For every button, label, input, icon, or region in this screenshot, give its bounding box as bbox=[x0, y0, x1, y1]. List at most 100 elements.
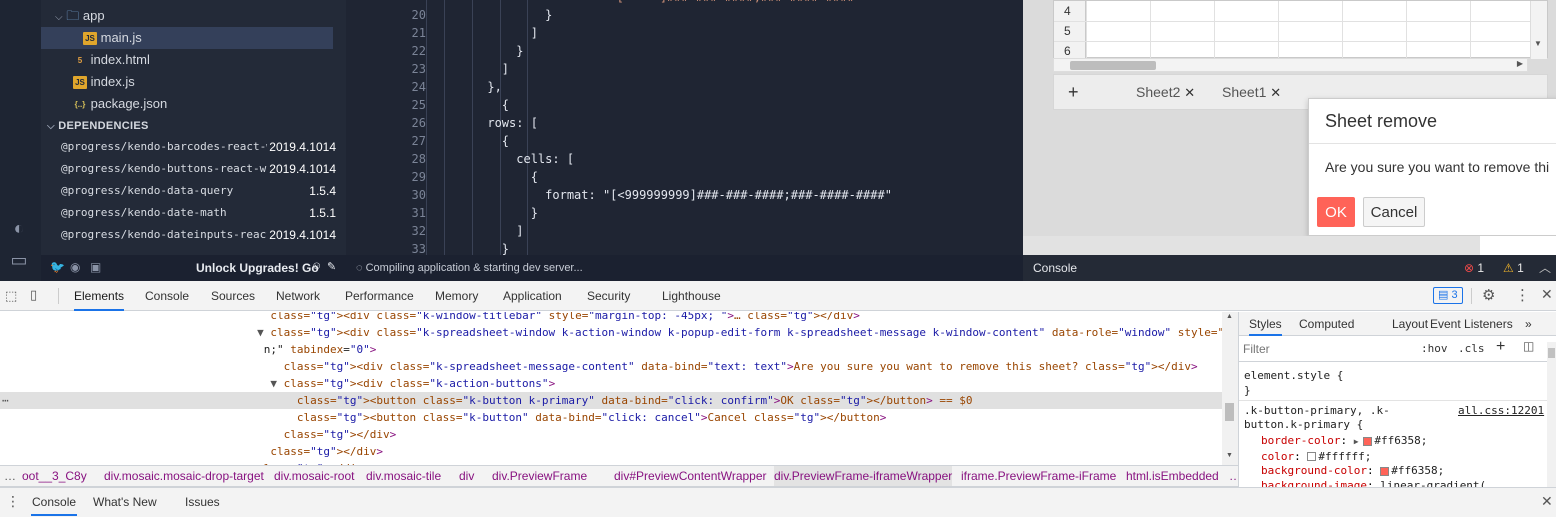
drawer-tab[interactable]: What's New bbox=[93, 488, 157, 516]
styles-tab[interactable]: Styles bbox=[1249, 312, 1282, 336]
breadcrumb-item[interactable]: div.PreviewFrame-iframeWrapper bbox=[774, 466, 953, 486]
dependency-item[interactable]: @progress/kendo-data-query 1.5.4 bbox=[61, 180, 336, 202]
close-icon[interactable]: ✕ bbox=[1541, 286, 1553, 303]
tab-application[interactable]: Application bbox=[503, 281, 562, 311]
cancel-button[interactable]: Cancel bbox=[1363, 197, 1425, 227]
drawer-tab[interactable]: Issues bbox=[185, 488, 220, 516]
css-property[interactable]: background-color: #ff6358; bbox=[1261, 464, 1486, 479]
styles-filter-input[interactable] bbox=[1243, 340, 1411, 358]
rule-source-link[interactable]: all.css:12201 bbox=[1458, 404, 1544, 417]
dom-indent bbox=[224, 394, 290, 407]
layout-icon[interactable]: ▭ bbox=[8, 250, 30, 270]
twitter-icon[interactable]: 🐦 bbox=[50, 260, 65, 274]
tree-folder-app[interactable]: ⌵ 🗀 app bbox=[41, 5, 333, 27]
dom-node[interactable]: class="tg"><button class="k-button" data… bbox=[0, 409, 1222, 426]
issues-badge[interactable]: ▤ 3 bbox=[1433, 287, 1463, 304]
new-rule-icon[interactable]: + bbox=[1496, 338, 1505, 356]
more-dots-icon[interactable]: … bbox=[4, 466, 16, 486]
breadcrumb-item[interactable]: div bbox=[459, 466, 474, 486]
theme-toggle-icon[interactable]: ◐ bbox=[8, 218, 30, 238]
tab-performance[interactable]: Performance bbox=[345, 281, 414, 311]
tree-file-main-js[interactable]: JS main.js bbox=[41, 27, 333, 49]
unlock-upgrades-link[interactable]: Unlock Upgrades! Go bbox=[196, 255, 319, 281]
drawer-tab[interactable]: Console bbox=[31, 488, 78, 516]
more-menu-icon[interactable]: ⋮ bbox=[1515, 286, 1530, 304]
rule-selector[interactable]: .k-button-primary, .k-button.k-primary { bbox=[1244, 404, 1444, 432]
tree-file-index-js[interactable]: JS index.js bbox=[41, 71, 333, 93]
dependency-item[interactable]: @progress/kendo-dateinputs-react- 2019.4.… bbox=[61, 224, 336, 246]
dom-node[interactable]: class="tg"><button class="k-button k-pri… bbox=[0, 392, 1222, 409]
tab-console[interactable]: Console bbox=[145, 281, 189, 311]
dependency-item[interactable]: @progress/kendo-buttons-react-wra 2019.4.… bbox=[61, 158, 336, 180]
tab-elements[interactable]: Elements bbox=[74, 281, 125, 311]
styles-tab[interactable]: » bbox=[1525, 312, 1532, 336]
breadcrumb-item[interactable]: … bbox=[1229, 466, 1238, 486]
tab-lighthouse[interactable]: Lighthouse bbox=[662, 281, 721, 311]
add-sheet-button[interactable]: + bbox=[1068, 82, 1079, 103]
horizontal-scrollbar[interactable]: ▶ bbox=[1053, 58, 1528, 72]
sheet-tab[interactable]: Sheet1 ✕ bbox=[1222, 75, 1281, 109]
dom-node[interactable]: class="tg"><div class="k-spreadsheet-mes… bbox=[0, 358, 1222, 375]
chevron-up-icon[interactable]: ︿ bbox=[1539, 255, 1551, 281]
expand-arrow-icon[interactable]: ▶ bbox=[1354, 437, 1364, 446]
breadcrumb-item[interactable]: div.PreviewFrame bbox=[492, 466, 587, 486]
row-header[interactable]: 4 bbox=[1064, 1, 1071, 21]
styles-tab[interactable]: Event Listeners bbox=[1430, 312, 1513, 336]
styles-tab[interactable]: Computed bbox=[1299, 312, 1354, 336]
color-swatch[interactable] bbox=[1307, 452, 1317, 461]
breadcrumb-item[interactable]: div.mosaic.mosaic-drop-target bbox=[104, 466, 264, 486]
breadcrumb-item[interactable]: div.mosaic-root bbox=[274, 466, 354, 486]
dependency-item[interactable]: @progress/kendo-barcodes-react-wr 2019.4.… bbox=[61, 136, 336, 158]
code-editor[interactable]: 20 } 21 ] 22 } 23 ] 24 }, 25 {26 rows: [27 {2… bbox=[346, 0, 1023, 255]
breadcrumb-item[interactable]: iframe.PreviewFrame-iFrame bbox=[961, 466, 1116, 486]
cls-toggle[interactable]: .cls bbox=[1458, 342, 1485, 355]
color-swatch[interactable] bbox=[1363, 436, 1373, 446]
gear-icon[interactable]: ⚙ bbox=[1482, 286, 1495, 304]
css-property[interactable]: color: #ffffff; bbox=[1261, 450, 1486, 465]
row-header[interactable]: 5 bbox=[1064, 21, 1071, 41]
css-property[interactable]: border-color: ▶ #ff6358; bbox=[1261, 434, 1486, 450]
tab-security[interactable]: Security bbox=[587, 281, 630, 311]
dom-node[interactable]: class="tg"></div> bbox=[0, 426, 1222, 443]
close-icon[interactable]: ✕ bbox=[1270, 85, 1281, 100]
scroll-down-icon[interactable]: ▼ bbox=[1534, 39, 1542, 48]
dom-node[interactable]: class="tg"></div> bbox=[0, 443, 1222, 460]
spinner-icon: ◌ bbox=[356, 262, 363, 274]
pin-icon[interactable]: ✎ bbox=[327, 260, 336, 273]
dom-node[interactable]: ▼ class="tg"><div class="k-spreadsheet-w… bbox=[0, 324, 1222, 341]
sheet-tab[interactable]: Sheet2 ✕ bbox=[1136, 75, 1195, 109]
breadcrumb-item[interactable]: oot__3_C8y bbox=[22, 466, 87, 486]
breadcrumb-item[interactable]: html.isEmbedded bbox=[1126, 466, 1219, 486]
hov-toggle[interactable]: :hov bbox=[1421, 342, 1448, 355]
drawer-menu-icon[interactable]: ⋮ bbox=[6, 493, 20, 510]
github-icon[interactable]: ◉ bbox=[70, 260, 80, 274]
dom-node[interactable]: n;" tabindex="0"> bbox=[0, 341, 1222, 358]
css-property[interactable]: background-image: linear-gradient( bbox=[1261, 479, 1486, 488]
dependencies-header[interactable]: ⌵ DEPENDENCIES bbox=[41, 115, 333, 137]
breadcrumb-item[interactable]: div.mosaic-tile bbox=[366, 466, 441, 486]
breadcrumb-item[interactable]: div#PreviewContentWrapper bbox=[614, 466, 767, 486]
sidebar-toggle-icon[interactable]: ◫ bbox=[1523, 339, 1534, 353]
chat-icon[interactable]: ▣ bbox=[90, 260, 101, 274]
close-drawer-icon[interactable]: ✕ bbox=[1541, 493, 1553, 510]
styles-tab[interactable]: Layout bbox=[1392, 312, 1428, 336]
element-style-rule[interactable]: element.style {} bbox=[1244, 368, 1343, 398]
dom-tree[interactable]: class="tg"><div class="k-window-titlebar… bbox=[0, 312, 1222, 465]
dom-node[interactable]: ▼ class="tg"><div class="k-action-button… bbox=[0, 375, 1222, 392]
tab-network[interactable]: Network bbox=[276, 281, 320, 311]
tab-sources[interactable]: Sources bbox=[211, 281, 255, 311]
inspect-element-icon[interactable]: ⬚ bbox=[5, 288, 17, 304]
device-toolbar-icon[interactable]: ▯ bbox=[30, 287, 37, 303]
tab-memory[interactable]: Memory bbox=[435, 281, 478, 311]
tree-file-package-json[interactable]: {..} package.json bbox=[41, 93, 333, 115]
preview-console-bar[interactable]: Console ⊗ 1 ⚠ 1 ︿ bbox=[1023, 255, 1556, 281]
color-swatch[interactable] bbox=[1380, 466, 1390, 476]
more-dots-icon[interactable]: ⋯ bbox=[2, 392, 9, 409]
close-icon[interactable]: ✕ bbox=[1184, 85, 1195, 100]
ok-button[interactable]: OK bbox=[1317, 197, 1355, 227]
dependency-item[interactable]: @progress/kendo-date-math 1.5.1 bbox=[61, 202, 336, 224]
dom-scrollbar[interactable]: ▲ ▼ bbox=[1222, 312, 1238, 465]
dom-node[interactable]: class="tg"><div class="k-window-titlebar… bbox=[0, 312, 1222, 324]
tree-file-index-html[interactable]: 5 index.html bbox=[41, 49, 333, 71]
spreadsheet-grid[interactable]: 456 ▼ bbox=[1053, 0, 1548, 59]
